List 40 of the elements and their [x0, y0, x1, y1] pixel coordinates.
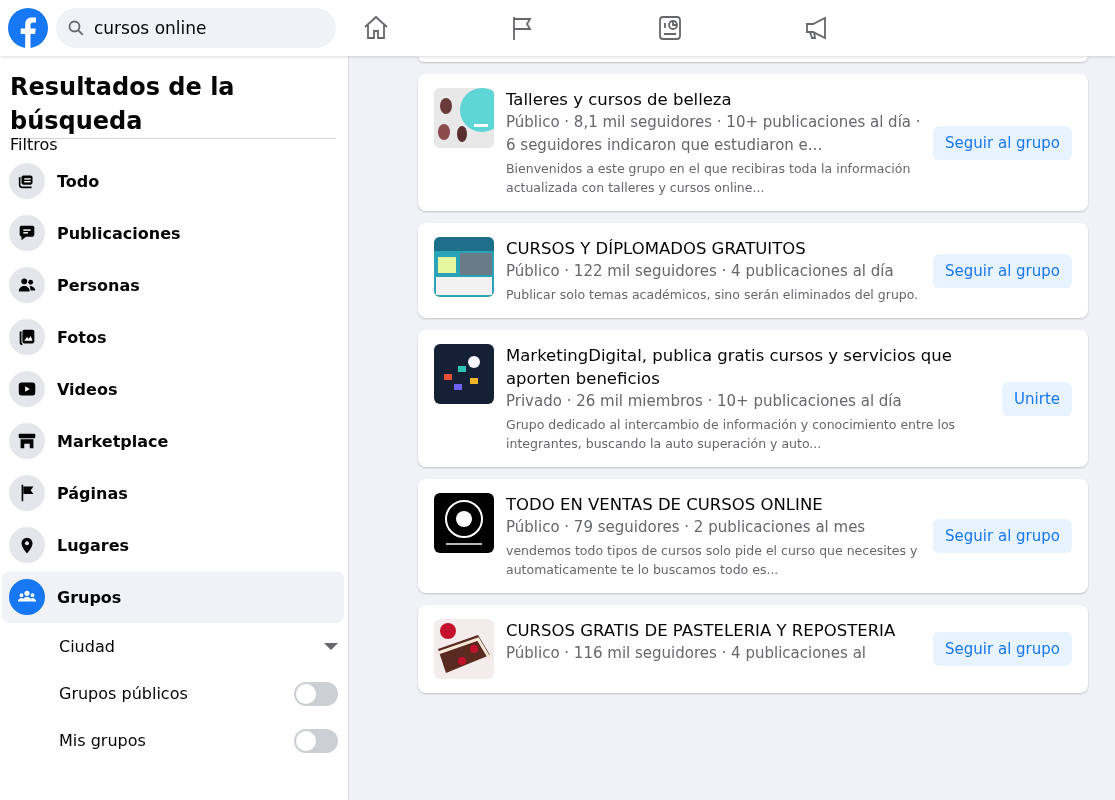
filter-item[interactable]: Videos [2, 363, 344, 415]
group-name: MarketingDigital, publica gratis cursos y servicios que aporten beneficios [506, 345, 953, 390]
join-button[interactable]: Seguir al grupo [933, 253, 1072, 288]
filter-item[interactable]: Páginas [2, 467, 344, 519]
filter-item[interactable]: Publicaciones [2, 207, 344, 259]
search-icon [68, 20, 84, 36]
search-input: cursos online [92, 17, 316, 39]
join-button[interactable]: Unirte [1002, 381, 1072, 416]
section-label: Filtros [10, 138, 336, 155]
filter-item[interactable]: Fotos [2, 311, 344, 363]
group-details: Público · 122 mil seguidores · 4 publicaciones al día [506, 261, 895, 282]
group-description: vendemos todo tipos de cursos solo pide el curso que necesites y automaticamente te lo buscamos todo es... [506, 542, 919, 579]
filter-item[interactable]: Personas [2, 259, 344, 311]
group-description: Publicar solo temas académicos, sino serán eliminados del grupo. [506, 286, 920, 304]
group-name: TODO EN VENTAS DE CURSOS ONLINE [506, 494, 824, 516]
group-name: Talleres y cursos de belleza [506, 89, 733, 111]
group-details: Público · 79 seguidores · 2 publicaciones al mes [506, 517, 867, 538]
toggle-switch[interactable] [294, 728, 338, 753]
join-button[interactable]: Seguir al grupo [933, 125, 1072, 160]
option-label: Mis grupos [59, 731, 146, 750]
join-button[interactable]: Seguir al grupo [933, 519, 1072, 553]
join-button[interactable]: Seguir al grupo [933, 632, 1072, 666]
filter-item[interactable]: Todo [2, 155, 344, 207]
toggle-switch[interactable] [294, 681, 338, 706]
city-dropdown[interactable]: Ciudad [2, 623, 348, 670]
group-description: Bienvenidos a este grupo en el que recibiras toda la información actualizada con talleres y cursos online... [506, 160, 912, 197]
sidebar-title: Resultados de la búsqueda [10, 72, 236, 137]
facebook-logo[interactable] [8, 8, 48, 48]
group-details: Privado · 26 mil miembros · 10+ publicaciones al día [506, 391, 903, 412]
filter-item[interactable]: Marketplace [2, 415, 344, 467]
caret-icon [324, 643, 338, 650]
filter-item[interactable]: Grupos [2, 571, 344, 623]
group-details: Público · 8,1 mil seguidores · 10+ publicaciones al día · 6 seguidores indicaron que estudiaron e... [506, 112, 922, 156]
group-details: Público · 116 mil seguidores · 4 publicaciones al [506, 643, 867, 664]
search-field[interactable]: cursos online [56, 8, 336, 48]
group-name: CURSOS GRATIS DE PASTELERIA Y REPOSTERIA [506, 620, 897, 642]
option-label: Grupos públicos [59, 684, 188, 703]
group-name: CURSOS Y DÍPLOMADOS GRATUITOS [506, 238, 807, 260]
filter-item[interactable]: Lugares [2, 519, 344, 571]
group-description: Grupo dedicado al intercambio de información y conocimiento entre los integrantes, buscando la auto superación y auto... [506, 416, 957, 453]
